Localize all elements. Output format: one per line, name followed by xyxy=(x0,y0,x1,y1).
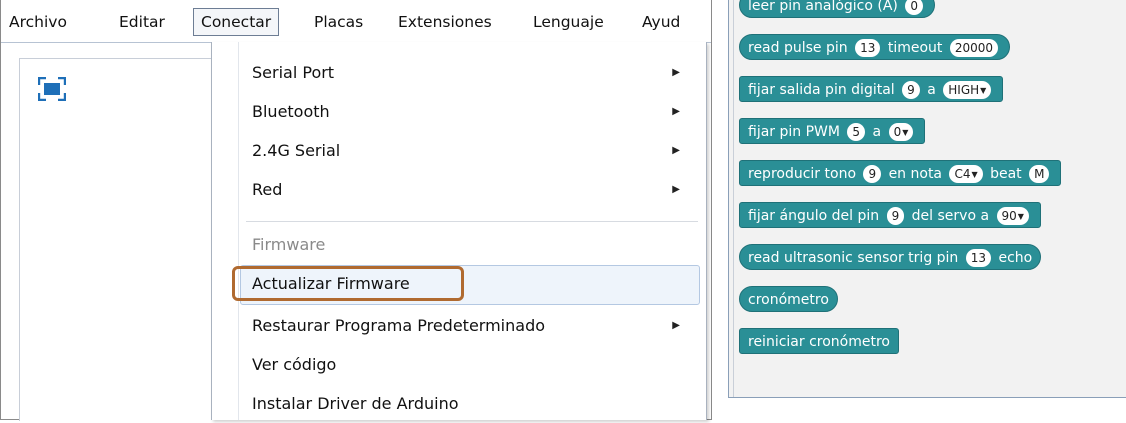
block-label: en nota xyxy=(888,166,943,182)
dropdown-value: HIGH xyxy=(948,83,980,97)
block-label: a xyxy=(927,82,936,98)
block-label: read ultrasonic sensor trig pin xyxy=(748,250,959,266)
menu-item-label: Instalar Driver de Arduino xyxy=(252,394,459,413)
block-read-ultrasonic[interactable]: read ultrasonic sensor trig pin 13 echo xyxy=(739,244,1042,270)
block-label: echo xyxy=(998,250,1033,266)
menu-item-label: Serial Port xyxy=(252,63,335,82)
menu-lenguaje[interactable]: Lenguaje xyxy=(533,0,604,42)
submenu-arrow-icon: ▶ xyxy=(672,184,680,195)
pin-input[interactable]: 5 xyxy=(847,123,866,141)
menu-section-label: Firmware xyxy=(252,235,326,254)
block-label: fijar salida pin digital xyxy=(748,82,895,98)
block-fijar-salida-digital[interactable]: fijar salida pin digital 9 a HIGH▼ xyxy=(739,76,1004,102)
block-label: beat xyxy=(990,166,1022,182)
menu-item-label: 2.4G Serial xyxy=(252,141,341,160)
submenu-arrow-icon: ▶ xyxy=(672,106,680,117)
block-label: leer pin analógico (A) xyxy=(748,0,898,14)
menu-item-label: Red xyxy=(252,180,283,199)
dropdown-arrow-icon: ▼ xyxy=(971,170,978,179)
block-read-pulse-pin[interactable]: read pulse pin 13 timeout 20000 xyxy=(739,34,1011,60)
menu-archivo[interactable]: Archivo xyxy=(9,0,67,42)
menu-extensiones[interactable]: Extensiones xyxy=(398,0,492,42)
submenu-arrow-icon: ▶ xyxy=(672,320,680,331)
menu-editar[interactable]: Editar xyxy=(119,0,165,42)
menu-ayuda[interactable]: Ayud xyxy=(642,0,680,42)
menu-item-serial-port[interactable]: Serial Port ▶ xyxy=(252,54,694,92)
block-leer-pin-analogico[interactable]: leer pin analógico (A) 0 xyxy=(739,0,935,18)
dropdown-arrow-icon: ▼ xyxy=(980,86,987,95)
block-label: del servo a xyxy=(911,208,990,224)
conectar-dropdown-menu: Serial Port ▶ Bluetooth ▶ 2.4G Serial ▶ … xyxy=(211,42,707,420)
fullscreen-icon[interactable] xyxy=(38,77,66,101)
menu-item-2-4g-serial[interactable]: 2.4G Serial ▶ xyxy=(252,132,694,170)
block-label: reproducir tono xyxy=(748,166,857,182)
menu-placas[interactable]: Placas xyxy=(314,0,363,42)
menu-item-label: Bluetooth xyxy=(252,102,330,121)
submenu-arrow-icon: ▶ xyxy=(672,145,680,156)
pin-input[interactable]: 13 xyxy=(965,249,992,267)
block-label: timeout xyxy=(887,40,943,56)
menu-item-restaurar-programa[interactable]: Restaurar Programa Predeterminado ▶ xyxy=(252,307,694,345)
menu-bar: Archivo Editar Conectar Placas Extension… xyxy=(1,0,711,43)
submenu-arrow-icon: ▶ xyxy=(672,67,680,78)
menu-item-label: Restaurar Programa Predeterminado xyxy=(252,316,546,335)
dropdown-value: 0 xyxy=(893,125,902,139)
block-label: cronómetro xyxy=(748,292,829,308)
block-cronometro[interactable]: cronómetro xyxy=(739,286,838,312)
mblock-window: Archivo Editar Conectar Placas Extension… xyxy=(0,0,712,421)
pin-input[interactable]: 9 xyxy=(863,165,882,183)
menu-item-instalar-driver[interactable]: Instalar Driver de Arduino xyxy=(252,385,694,423)
block-fijar-pin-pwm[interactable]: fijar pin PWM 5 a 0▼ xyxy=(739,118,926,144)
blocks-palette: leer pin analógico (A) 0 read pulse pin … xyxy=(728,0,1126,398)
palette-border xyxy=(733,0,734,397)
block-label: fijar pin PWM xyxy=(748,124,840,140)
pin-input[interactable]: 9 xyxy=(886,207,905,225)
menu-icon-column xyxy=(238,42,239,420)
highlight-callout-box xyxy=(232,266,464,301)
block-label: a xyxy=(872,124,882,140)
dropdown-value: C4 xyxy=(954,167,971,181)
block-reproducir-tono[interactable]: reproducir tono 9 en nota C4▼ beat M xyxy=(739,160,1062,186)
pin-input[interactable]: 0 xyxy=(905,0,923,15)
angle-dropdown[interactable]: 90▼ xyxy=(996,207,1029,225)
block-label: read pulse pin xyxy=(748,40,848,56)
note-dropdown[interactable]: C4▼ xyxy=(949,165,983,183)
menu-conectar[interactable]: Conectar xyxy=(193,8,280,36)
menu-item-label: Ver código xyxy=(252,355,337,374)
pin-input[interactable]: 9 xyxy=(902,81,920,99)
block-label: fijar ángulo del pin xyxy=(748,208,880,224)
menu-item-bluetooth[interactable]: Bluetooth ▶ xyxy=(252,93,694,131)
block-label: reiniciar cronómetro xyxy=(748,334,890,350)
stage-area xyxy=(19,58,220,421)
value-dropdown[interactable]: HIGH▼ xyxy=(943,81,992,99)
menu-item-ver-codigo[interactable]: Ver código xyxy=(252,346,694,384)
menu-item-red[interactable]: Red ▶ xyxy=(252,171,694,209)
dropdown-arrow-icon: ▼ xyxy=(1017,212,1024,221)
dropdown-arrow-icon: ▼ xyxy=(902,128,909,137)
beat-dropdown[interactable]: M xyxy=(1029,165,1050,183)
value-dropdown[interactable]: 0▼ xyxy=(888,123,914,141)
dropdown-value: 90 xyxy=(1001,209,1017,223)
menu-section-firmware: Firmware xyxy=(252,226,694,264)
menu-divider xyxy=(246,221,698,222)
block-fijar-angulo-servo[interactable]: fijar ángulo del pin 9 del servo a 90▼ xyxy=(739,202,1041,228)
block-reiniciar-cronometro[interactable]: reiniciar cronómetro xyxy=(739,328,899,354)
pin-input[interactable]: 13 xyxy=(855,39,881,57)
timeout-input[interactable]: 20000 xyxy=(949,39,999,57)
